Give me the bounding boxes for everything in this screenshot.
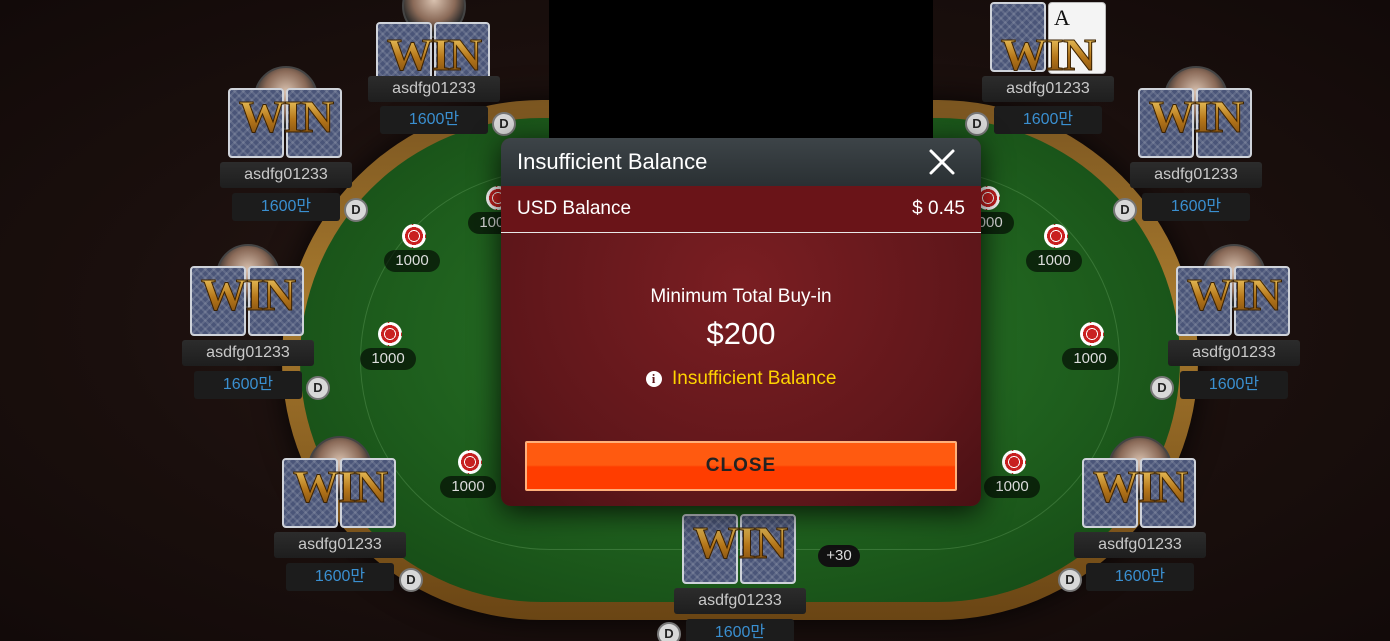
chip-icon [402, 224, 426, 248]
bet-amount: 1000 [984, 476, 1040, 498]
player-chips: 1600만 [994, 106, 1102, 134]
bet-amount: 1000 [1062, 348, 1118, 370]
player-seat[interactable]: WIN asdfg01233 1600만 [274, 436, 406, 591]
player-chips: 1600만 [194, 371, 302, 399]
bet-amount: 1000 [1026, 250, 1082, 272]
pot-badge: +30 [818, 545, 860, 567]
player-bet: 1000 [360, 322, 420, 372]
poker-table-scene: WIN asdfg01233 1600만 D A WIN asdfg01233 … [0, 0, 1390, 641]
bet-amount: 1000 [360, 348, 416, 370]
win-label: WIN [182, 271, 314, 318]
warning-row: i Insufficient Balance [501, 368, 981, 390]
win-label: WIN [368, 31, 500, 78]
player-bet: 1000 [1062, 322, 1122, 372]
min-buyin-value: $200 [706, 316, 776, 351]
dealer-button: D [1058, 568, 1082, 592]
dealer-button: D [492, 112, 516, 136]
player-bet: 1000 [384, 224, 444, 274]
win-label: WIN [1074, 463, 1206, 510]
player-bet: 1000 [1026, 224, 1086, 274]
player-seat[interactable]: WIN asdfg01233 1600만 [182, 244, 314, 399]
player-seat[interactable]: WIN asdfg01233 1600만 [1074, 436, 1206, 591]
bet-amount: 1000 [440, 476, 496, 498]
chip-icon [1002, 450, 1026, 474]
win-label: WIN [982, 31, 1114, 78]
win-label: WIN [274, 463, 406, 510]
player-bet: 1000 [440, 450, 500, 500]
dealer-button: D [1150, 376, 1174, 400]
top-video-area [549, 0, 933, 140]
close-icon[interactable] [927, 148, 957, 176]
close-button[interactable]: CLOSE [525, 441, 957, 491]
player-seat[interactable]: WIN asdfg01233 1600만 [368, 0, 500, 134]
dealer-button: D [1113, 198, 1137, 222]
player-chips: 1600만 [380, 106, 488, 134]
min-buyin-label: Minimum Total Buy-in [650, 286, 832, 307]
dealer-button: D [306, 376, 330, 400]
win-label: WIN [220, 93, 352, 140]
player-seat[interactable]: WIN asdfg01233 1600만 [1168, 244, 1300, 399]
balance-label: USD Balance [517, 198, 632, 219]
player-name: asdfg01233 [1074, 532, 1206, 558]
chip-icon [1044, 224, 1068, 248]
win-label: WIN [1130, 93, 1262, 140]
info-icon: i [645, 371, 662, 387]
player-chips: 1600만 [1086, 563, 1194, 591]
player-name: asdfg01233 [220, 162, 352, 188]
player-name: asdfg01233 [182, 340, 314, 366]
chip-icon [458, 450, 482, 474]
player-chips: 1600만 [286, 563, 394, 591]
dealer-button: D [344, 198, 368, 222]
dealer-button: D [657, 622, 681, 641]
win-label: WIN [1168, 271, 1300, 318]
player-name: asdfg01233 [1168, 340, 1300, 366]
player-name: asdfg01233 [1130, 162, 1262, 188]
warning-text: Insufficient Balance [672, 368, 837, 389]
chip-icon [378, 322, 402, 346]
modal-header: Insufficient Balance [501, 138, 981, 186]
insufficient-balance-modal: Insufficient Balance USD Balance $ 0.45 … [501, 138, 981, 506]
player-bet: 1000 [984, 450, 1044, 500]
win-label: WIN [674, 519, 806, 566]
player-name: asdfg01233 [274, 532, 406, 558]
balance-row: USD Balance $ 0.45 [501, 186, 981, 233]
player-chips: 1600만 [686, 619, 794, 641]
player-seat[interactable]: WIN asdfg01233 1600만 [674, 506, 806, 641]
player-chips: 1600만 [1142, 193, 1250, 221]
player-name: asdfg01233 [982, 76, 1114, 102]
player-seat[interactable]: WIN asdfg01233 1600만 [220, 66, 352, 221]
player-seat[interactable]: WIN asdfg01233 1600만 [1130, 66, 1262, 221]
dealer-button: D [965, 112, 989, 136]
chip-icon [1080, 322, 1104, 346]
player-chips: 1600만 [1180, 371, 1288, 399]
bet-amount: 1000 [384, 250, 440, 272]
dealer-button: D [399, 568, 423, 592]
balance-value: $ 0.45 [912, 198, 965, 219]
modal-title: Insufficient Balance [517, 149, 708, 174]
player-name: asdfg01233 [368, 76, 500, 102]
player-name: asdfg01233 [674, 588, 806, 614]
player-seat[interactable]: A WIN asdfg01233 1600만 [982, 0, 1114, 134]
player-chips: 1600만 [232, 193, 340, 221]
